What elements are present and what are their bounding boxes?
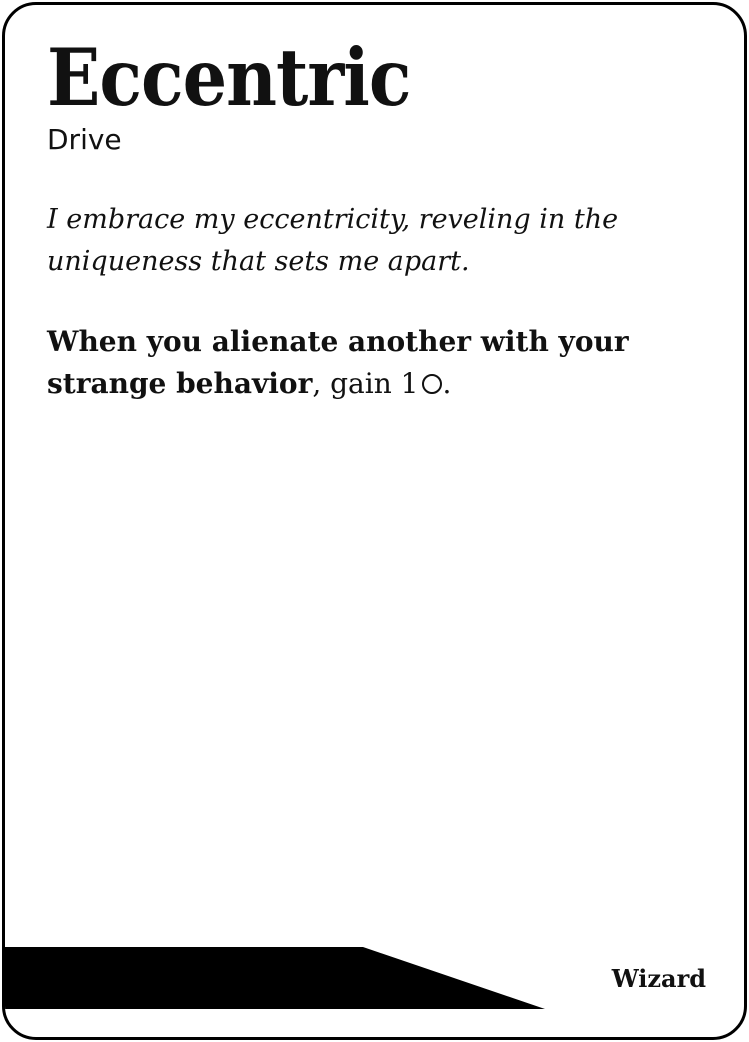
- circle-icon: [422, 374, 443, 394]
- footer-banner-shape: [5, 947, 545, 1009]
- drive-card: Eccentric Drive I embrace my eccentricit…: [2, 2, 747, 1040]
- rule-effect-end: .: [442, 367, 452, 400]
- flavor-text: I embrace my eccentricity, reveling in t…: [47, 204, 619, 277]
- rule-text: When you alienate another with your stra…: [47, 321, 707, 405]
- class-label: Wizard: [611, 964, 706, 993]
- rule-effect: , gain 1: [312, 367, 419, 400]
- footer-banner: [5, 947, 545, 1009]
- card-type: Drive: [47, 123, 122, 156]
- card-title: Eccentric: [47, 31, 411, 125]
